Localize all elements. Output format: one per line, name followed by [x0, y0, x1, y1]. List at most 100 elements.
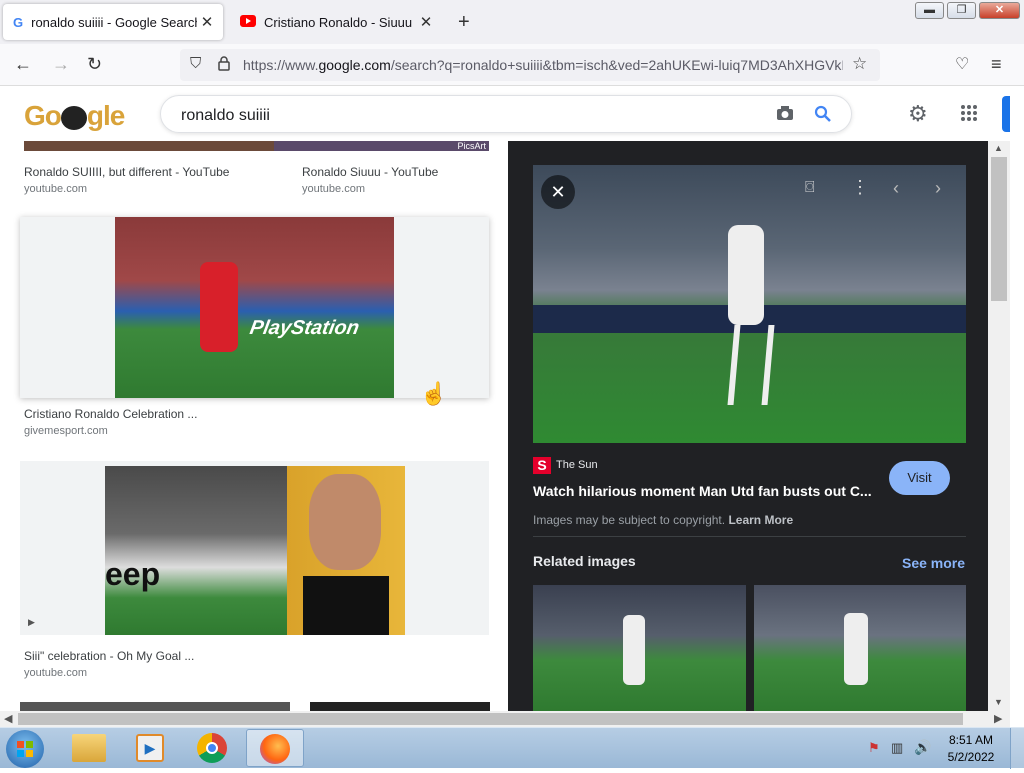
clock-time[interactable]: 8:51 AM: [946, 733, 996, 747]
result-domain[interactable]: youtube.com: [24, 667, 87, 679]
firefox-taskbar-button[interactable]: [246, 729, 304, 767]
pocket-icon[interactable]: ♡: [955, 54, 969, 74]
vertical-scrollbar[interactable]: ▲ ▼: [988, 141, 1010, 711]
sign-in-button[interactable]: [1002, 96, 1010, 132]
copyright-text: Images may be subject to copyright.: [533, 513, 726, 527]
new-tab-icon[interactable]: +: [458, 11, 470, 34]
bookmark-star-icon[interactable]: ☆: [852, 54, 867, 74]
google-favicon-icon: G: [13, 14, 24, 30]
lens-icon[interactable]: ⌼: [805, 179, 815, 197]
firefox-icon: [260, 734, 290, 764]
close-tab-icon[interactable]: ✕: [197, 13, 217, 31]
previous-icon[interactable]: ‹: [893, 178, 899, 199]
result-thumbnail[interactable]: eep: [105, 466, 287, 635]
result-thumbnail[interactable]: [310, 702, 490, 711]
tab-bar: G ronaldo suiiii - Google Search ✕ Crist…: [0, 0, 1024, 44]
tab-youtube[interactable]: Cristiano Ronaldo - Siuuu | with ✕: [230, 4, 442, 40]
result-caption[interactable]: Siii" celebration - Oh My Goal ...: [24, 649, 194, 663]
next-icon[interactable]: ›: [935, 178, 941, 199]
lock-icon[interactable]: [218, 56, 230, 76]
result-thumbnail[interactable]: PlayStation: [115, 217, 394, 398]
player-figure: [623, 615, 645, 685]
playstation-logo: PlayStation: [248, 317, 361, 339]
result-caption[interactable]: Ronaldo Siuuu - YouTube: [302, 165, 438, 179]
related-images-heading: Related images: [533, 553, 636, 569]
search-icon[interactable]: [813, 104, 833, 129]
scrollbar-thumb[interactable]: [18, 713, 963, 725]
search-input[interactable]: ronaldo suiiii: [181, 107, 270, 125]
google-doodle-logo[interactable]: Go gle: [24, 100, 125, 132]
face-figure: [309, 474, 381, 570]
visit-button[interactable]: Visit: [889, 461, 950, 495]
scroll-left-icon[interactable]: ◀: [4, 712, 12, 725]
show-desktop-button[interactable]: [1010, 728, 1024, 769]
clock-date[interactable]: 5/2/2022: [946, 750, 996, 764]
result-thumbnail[interactable]: PicsArt: [274, 141, 489, 151]
reload-icon[interactable]: ↻: [87, 54, 102, 75]
youtube-favicon-icon: [240, 14, 256, 30]
forward-icon[interactable]: →: [52, 54, 70, 75]
settings-gear-icon[interactable]: ⚙: [908, 101, 928, 127]
result-caption[interactable]: Cristiano Ronaldo Celebration ...: [24, 407, 197, 421]
scroll-down-icon[interactable]: ▼: [994, 697, 1003, 707]
scrollbar-thumb[interactable]: [991, 157, 1007, 301]
tab-title: Cristiano Ronaldo - Siuuu | with: [264, 14, 416, 30]
result-domain[interactable]: givemesport.com: [24, 425, 108, 437]
the-sun-logo: S: [533, 457, 551, 474]
horizontal-scrollbar[interactable]: ◀ ▶: [0, 711, 1010, 727]
camera-icon[interactable]: [775, 104, 795, 127]
result-card-hovered[interactable]: PlayStation: [20, 217, 489, 398]
tuxedo-figure: [303, 576, 389, 635]
google-header: Go gle ronaldo suiiii ⚙: [0, 86, 1010, 141]
result-thumbnail[interactable]: [24, 141, 278, 151]
tab-title: ronaldo suiiii - Google Search: [31, 14, 197, 30]
search-box[interactable]: ronaldo suiiii: [160, 95, 852, 133]
related-image-thumbnail[interactable]: [533, 585, 746, 711]
divider: [533, 536, 966, 537]
source-name[interactable]: The Sun: [556, 459, 598, 471]
window-controls: ▬ ❐ ✕: [915, 2, 1020, 19]
picsart-watermark: PicsArt: [457, 141, 486, 151]
player-figure: [728, 225, 764, 325]
play-icon: ▶: [28, 617, 35, 627]
preview-image[interactable]: ✕ ⌼ ⋮ ‹ ›: [533, 165, 966, 443]
action-center-flag-icon[interactable]: ⚑: [868, 740, 880, 756]
start-button[interactable]: [6, 730, 44, 768]
menu-icon[interactable]: ≡: [991, 54, 1002, 75]
preview-panel: ✕ ⌼ ⋮ ‹ › S The Sun Watch hilarious mome…: [508, 141, 988, 711]
file-explorer-icon[interactable]: [72, 734, 106, 762]
tab-google-search[interactable]: G ronaldo suiiii - Google Search ✕: [3, 4, 223, 40]
learn-more-link[interactable]: Learn More: [728, 513, 793, 527]
apps-grid-icon[interactable]: [960, 104, 978, 127]
more-options-icon[interactable]: ⋮: [851, 177, 869, 198]
result-caption[interactable]: Ronaldo SUIIII, but different - YouTube: [24, 165, 229, 179]
shield-icon[interactable]: ⛉: [190, 55, 201, 72]
related-image-thumbnail[interactable]: [754, 585, 966, 711]
close-preview-icon[interactable]: ✕: [541, 175, 575, 209]
result-domain[interactable]: youtube.com: [302, 183, 365, 195]
restore-icon[interactable]: ❐: [947, 2, 976, 19]
result-thumbnail[interactable]: [287, 466, 405, 635]
image-results: PicsArt Ronaldo SUIIII, but different - …: [0, 141, 508, 711]
player-figure: [200, 262, 238, 352]
volume-icon[interactable]: 🔊: [914, 739, 931, 756]
chrome-icon[interactable]: [197, 733, 227, 763]
close-window-icon[interactable]: ✕: [979, 2, 1020, 19]
preview-title[interactable]: Watch hilarious moment Man Utd fan busts…: [533, 483, 883, 499]
result-thumbnail[interactable]: [20, 702, 290, 711]
minimize-icon[interactable]: ▬: [915, 2, 944, 19]
url-bar[interactable]: ⛉ https://www.google.com/search?q=ronald…: [180, 49, 880, 81]
scroll-up-icon[interactable]: ▲: [994, 143, 1003, 153]
player-legs: [727, 325, 775, 405]
media-player-icon[interactable]: ▶: [136, 734, 164, 762]
stadium-board-text: eep: [105, 556, 161, 592]
network-icon[interactable]: ▥: [891, 740, 903, 756]
url-prefix: https://www.: [243, 57, 319, 73]
see-more-link[interactable]: See more: [902, 555, 965, 571]
close-tab-icon[interactable]: ✕: [416, 13, 436, 31]
result-card[interactable]: eep ▶: [20, 461, 489, 635]
back-icon[interactable]: ←: [14, 54, 32, 75]
result-domain[interactable]: youtube.com: [24, 183, 87, 195]
player-figure: [844, 613, 868, 685]
scroll-right-icon[interactable]: ▶: [994, 712, 1002, 725]
